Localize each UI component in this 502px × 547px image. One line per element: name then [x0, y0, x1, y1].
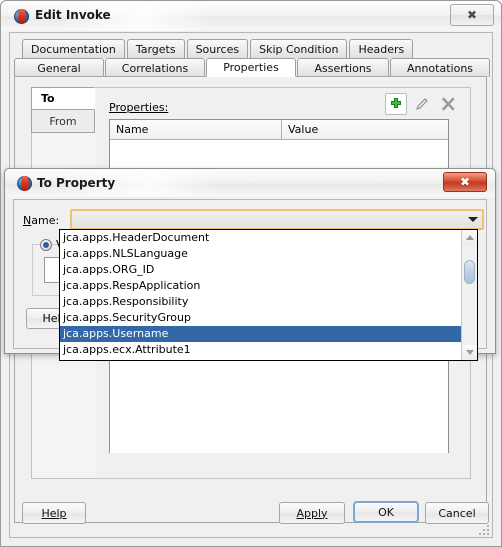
side-tab-to[interactable]: To — [31, 87, 95, 110]
list-item-label: jca.apps.ORG_ID — [63, 263, 155, 276]
tab-general[interactable]: General — [14, 58, 104, 77]
scrollbar-thumb[interactable] — [464, 260, 475, 284]
combobox-arrow-button[interactable] — [464, 211, 482, 228]
cancel-button[interactable]: Cancel — [425, 502, 489, 524]
tab-label: Targets — [135, 42, 176, 56]
list-item-label: jca.apps.NLSLanguage — [63, 247, 188, 260]
ok-button[interactable]: OK — [353, 501, 419, 523]
to-property-title: To Property — [37, 176, 116, 190]
tab-annotations[interactable]: Annotations — [390, 58, 490, 77]
column-header-label: Value — [288, 123, 319, 136]
scroll-down-button[interactable] — [462, 345, 477, 360]
tab-targets[interactable]: Targets — [126, 39, 185, 58]
list-item-label: jca.apps.SecurityGroup — [63, 311, 191, 324]
list-item[interactable]: jca.apps.RespApplication — [60, 278, 461, 294]
tab-label: Documentation — [31, 42, 116, 56]
close-icon: ✖ — [466, 8, 478, 22]
name-label-rest: ame: — [31, 214, 60, 227]
tab-label: Properties — [223, 61, 279, 74]
column-header-label: Name — [116, 123, 149, 136]
properties-label-text: Properties: — [109, 101, 169, 114]
to-property-titlebar[interactable]: To Property ✖ — [5, 169, 495, 197]
column-header-value: Value — [282, 120, 448, 139]
cancel-button-label: Cancel — [438, 506, 476, 520]
list-item-label: jca.apps.ecx.Attribute1 — [63, 343, 191, 356]
help-button-label: Help — [41, 506, 67, 520]
tab-sources[interactable]: Sources — [186, 39, 249, 58]
window-title: Edit Invoke — [35, 8, 111, 22]
chevron-down-icon — [468, 217, 478, 222]
list-item-label: jca.apps.HeaderDocument — [63, 231, 210, 244]
property-name-combobox[interactable] — [70, 209, 484, 230]
close-window-button[interactable]: ✖ — [450, 4, 494, 26]
tab-label: Assertions — [314, 61, 372, 75]
add-property-button[interactable] — [385, 93, 407, 115]
edit-property-button[interactable] — [411, 93, 433, 115]
main-titlebar[interactable]: Edit Invoke ✖ — [1, 1, 501, 31]
property-name-dropdown-list[interactable]: jca.apps.HeaderDocument jca.apps.NLSLang… — [59, 229, 478, 361]
column-header-name: Name — [110, 120, 282, 139]
close-icon: ✖ — [459, 175, 471, 189]
triangle-up-icon — [465, 235, 474, 240]
properties-list-label: Properties: — [109, 101, 168, 114]
tab-strip-row-2: General Correlations Properties Assertio… — [14, 58, 491, 77]
to-property-close-button[interactable]: ✖ — [443, 172, 487, 192]
list-item-selected[interactable]: jca.apps.Username — [60, 326, 461, 342]
resize-grip[interactable] — [477, 523, 489, 535]
list-item-label: jca.apps.Responsibility — [63, 295, 189, 308]
list-item-label: jca.apps.RespApplication — [63, 279, 201, 292]
tab-label: General — [37, 61, 81, 75]
tab-headers[interactable]: Headers — [349, 39, 414, 58]
tab-assertions[interactable]: Assertions — [297, 58, 389, 77]
tab-label: Correlations — [121, 61, 189, 75]
tab-correlations[interactable]: Correlations — [105, 58, 205, 77]
main-button-bar: Help Apply OK Cancel — [10, 492, 492, 537]
list-item[interactable]: jca.apps.ecx.Attribute1 — [60, 342, 461, 358]
name-label: Name: — [23, 214, 59, 227]
apply-button-label: Apply — [296, 506, 328, 520]
side-tab-label: From — [49, 114, 77, 128]
dropdown-scrollbar[interactable] — [461, 230, 477, 360]
app-icon — [14, 9, 29, 24]
delete-x-icon — [442, 97, 455, 111]
plus-icon — [391, 98, 401, 108]
scroll-up-button[interactable] — [462, 230, 477, 245]
triangle-down-icon — [465, 350, 474, 355]
list-item[interactable]: jca.apps.SecurityGroup — [60, 310, 461, 326]
titlebar-sheen — [61, 1, 401, 31]
list-item[interactable]: jca.apps.NLSLanguage — [60, 246, 461, 262]
tab-label: Sources — [195, 42, 240, 56]
tab-skip-condition[interactable]: Skip Condition — [250, 39, 348, 58]
tab-label: Annotations — [406, 61, 474, 75]
tab-label: Skip Condition — [259, 42, 339, 56]
dropdown-items[interactable]: jca.apps.HeaderDocument jca.apps.NLSLang… — [60, 230, 461, 360]
name-label-underline: N — [23, 214, 32, 227]
help-button[interactable]: Help — [22, 502, 86, 524]
delete-property-button[interactable] — [437, 93, 459, 115]
pencil-icon — [416, 98, 428, 110]
list-item[interactable]: jca.apps.Responsibility — [60, 294, 461, 310]
side-tab-label: To — [41, 92, 55, 105]
list-item[interactable]: jca.apps.ORG_ID — [60, 262, 461, 278]
tab-strip-row-1: Documentation Targets Sources Skip Condi… — [22, 39, 415, 58]
tab-documentation[interactable]: Documentation — [22, 39, 125, 58]
side-tab-from[interactable]: From — [31, 110, 95, 133]
ok-button-label: OK — [378, 505, 394, 519]
list-item[interactable]: jca.apps.HeaderDocument — [60, 230, 461, 246]
list-item-label: jca.apps.Username — [63, 327, 169, 340]
tab-label: Headers — [358, 42, 405, 56]
properties-toolbar — [385, 93, 459, 115]
properties-table-header: Name Value — [110, 120, 448, 140]
app-icon — [17, 176, 32, 191]
tab-properties[interactable]: Properties — [206, 58, 296, 77]
value-radio-button[interactable] — [40, 238, 52, 251]
apply-button[interactable]: Apply — [279, 502, 345, 524]
